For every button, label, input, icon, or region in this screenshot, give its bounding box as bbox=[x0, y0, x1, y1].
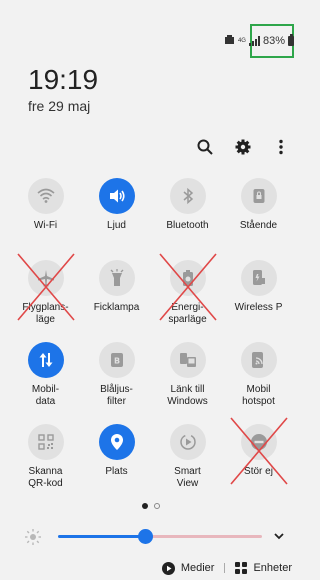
tile-label: Mobil- data bbox=[31, 384, 60, 407]
tile-link-to-windows[interactable]: Länk till Windows bbox=[152, 342, 223, 412]
mobile-data-icon[interactable] bbox=[27, 342, 64, 378]
alarm-icon bbox=[224, 34, 235, 48]
battery-percent: 83% bbox=[262, 35, 285, 47]
tile-volume[interactable]: Ljud bbox=[81, 178, 152, 248]
tile-label: Länk till Windows bbox=[167, 384, 208, 407]
clock-date[interactable]: fre 29 maj bbox=[28, 98, 90, 114]
clock-time[interactable]: 19:19 bbox=[28, 64, 98, 96]
more-options-icon[interactable] bbox=[272, 138, 290, 156]
tile-flashlight[interactable]: Ficklampa bbox=[81, 260, 152, 330]
settings-gear-icon[interactable] bbox=[234, 138, 252, 156]
brightness-slider[interactable] bbox=[24, 524, 284, 548]
tile-label: Skanna QR-kod bbox=[28, 466, 63, 489]
location-icon[interactable] bbox=[98, 424, 135, 460]
signal-icon bbox=[248, 36, 260, 46]
wireless-powershare-icon[interactable] bbox=[240, 260, 277, 296]
status-bar: 4G 83% bbox=[224, 30, 294, 52]
battery-saver-icon[interactable] bbox=[169, 260, 206, 296]
brightness-track-empty bbox=[145, 535, 262, 538]
tile-do-not-disturb[interactable]: Stör ej bbox=[223, 417, 294, 494]
page-dot bbox=[154, 503, 160, 509]
tile-label: Ljud bbox=[107, 220, 126, 231]
quick-settings-grid: Wi-Fi Ljud Bluetooth Stående Flygplans- läge… bbox=[10, 178, 294, 494]
tile-label: Bluetooth bbox=[166, 220, 209, 231]
tile-wireless-powershare[interactable]: Wireless P bbox=[223, 260, 294, 330]
airplane-icon[interactable] bbox=[27, 260, 64, 296]
tile-label: Flygplans- läge bbox=[22, 302, 69, 325]
brightness-thumb[interactable] bbox=[138, 529, 154, 544]
flashlight-icon[interactable] bbox=[98, 260, 135, 296]
tile-label: Energi- sparläge bbox=[168, 302, 207, 325]
tile-bluetooth[interactable]: Bluetooth bbox=[152, 178, 223, 248]
svg-text:B: B bbox=[113, 357, 119, 366]
tile-hotspot[interactable]: Mobil hotspot bbox=[223, 342, 294, 412]
tile-label: Stående bbox=[239, 220, 278, 231]
brightness-icon bbox=[25, 529, 41, 545]
tile-qr-code[interactable]: Skanna QR-kod bbox=[10, 424, 81, 494]
media-button[interactable]: Medier bbox=[161, 561, 215, 575]
panel-toolbar bbox=[196, 138, 290, 156]
tile-label: Stör ej bbox=[244, 466, 273, 477]
media-label: Medier bbox=[180, 562, 215, 574]
tile-label: Wi-Fi bbox=[33, 220, 58, 231]
portrait-lock-icon[interactable] bbox=[240, 178, 277, 214]
do-not-disturb-icon[interactable] bbox=[240, 424, 277, 460]
smart-view-icon[interactable] bbox=[169, 424, 206, 460]
tile-label: Mobil hotspot bbox=[242, 384, 275, 407]
network-type-icon: 4G bbox=[237, 38, 246, 44]
tile-portrait-lock[interactable]: Stående bbox=[223, 178, 294, 248]
hotspot-icon[interactable] bbox=[240, 342, 277, 378]
divider bbox=[224, 563, 226, 573]
bluetooth-icon[interactable] bbox=[169, 178, 206, 214]
tile-battery-saver[interactable]: Energi- sparläge bbox=[152, 253, 223, 330]
tile-blue-light-filter[interactable]: B Blåljus- filter bbox=[81, 342, 152, 412]
bottom-controls: Medier Enheter bbox=[0, 559, 302, 577]
battery-icon bbox=[288, 34, 294, 46]
volume-icon[interactable] bbox=[98, 178, 135, 214]
tile-location[interactable]: Plats bbox=[81, 424, 152, 494]
brightness-track-filled bbox=[58, 535, 146, 538]
tile-label: Plats bbox=[105, 466, 128, 477]
expand-chevron-down-icon[interactable] bbox=[272, 529, 286, 543]
devices-icon bbox=[235, 562, 248, 574]
tile-smart-view[interactable]: Smart View bbox=[152, 424, 223, 494]
search-icon[interactable] bbox=[196, 138, 214, 156]
devices-button[interactable]: Enheter bbox=[235, 562, 292, 574]
tile-wifi[interactable]: Wi-Fi bbox=[10, 178, 81, 248]
tile-label: Ficklampa bbox=[93, 302, 140, 313]
play-icon bbox=[161, 561, 175, 575]
wifi-icon[interactable] bbox=[27, 178, 64, 214]
tile-label: Smart View bbox=[174, 466, 201, 489]
qr-code-icon[interactable] bbox=[27, 424, 64, 460]
page-dot-active bbox=[142, 503, 148, 509]
tile-label: Wireless P bbox=[234, 302, 283, 313]
link-to-windows-icon[interactable] bbox=[169, 342, 206, 378]
devices-label: Enheter bbox=[253, 562, 292, 574]
tile-label: Blåljus- filter bbox=[100, 384, 133, 407]
blue-light-filter-icon[interactable]: B bbox=[98, 342, 135, 378]
tile-mobile-data[interactable]: Mobil- data bbox=[10, 342, 81, 412]
tile-airplane[interactable]: Flygplans- läge bbox=[10, 253, 81, 330]
page-indicator bbox=[0, 503, 302, 509]
